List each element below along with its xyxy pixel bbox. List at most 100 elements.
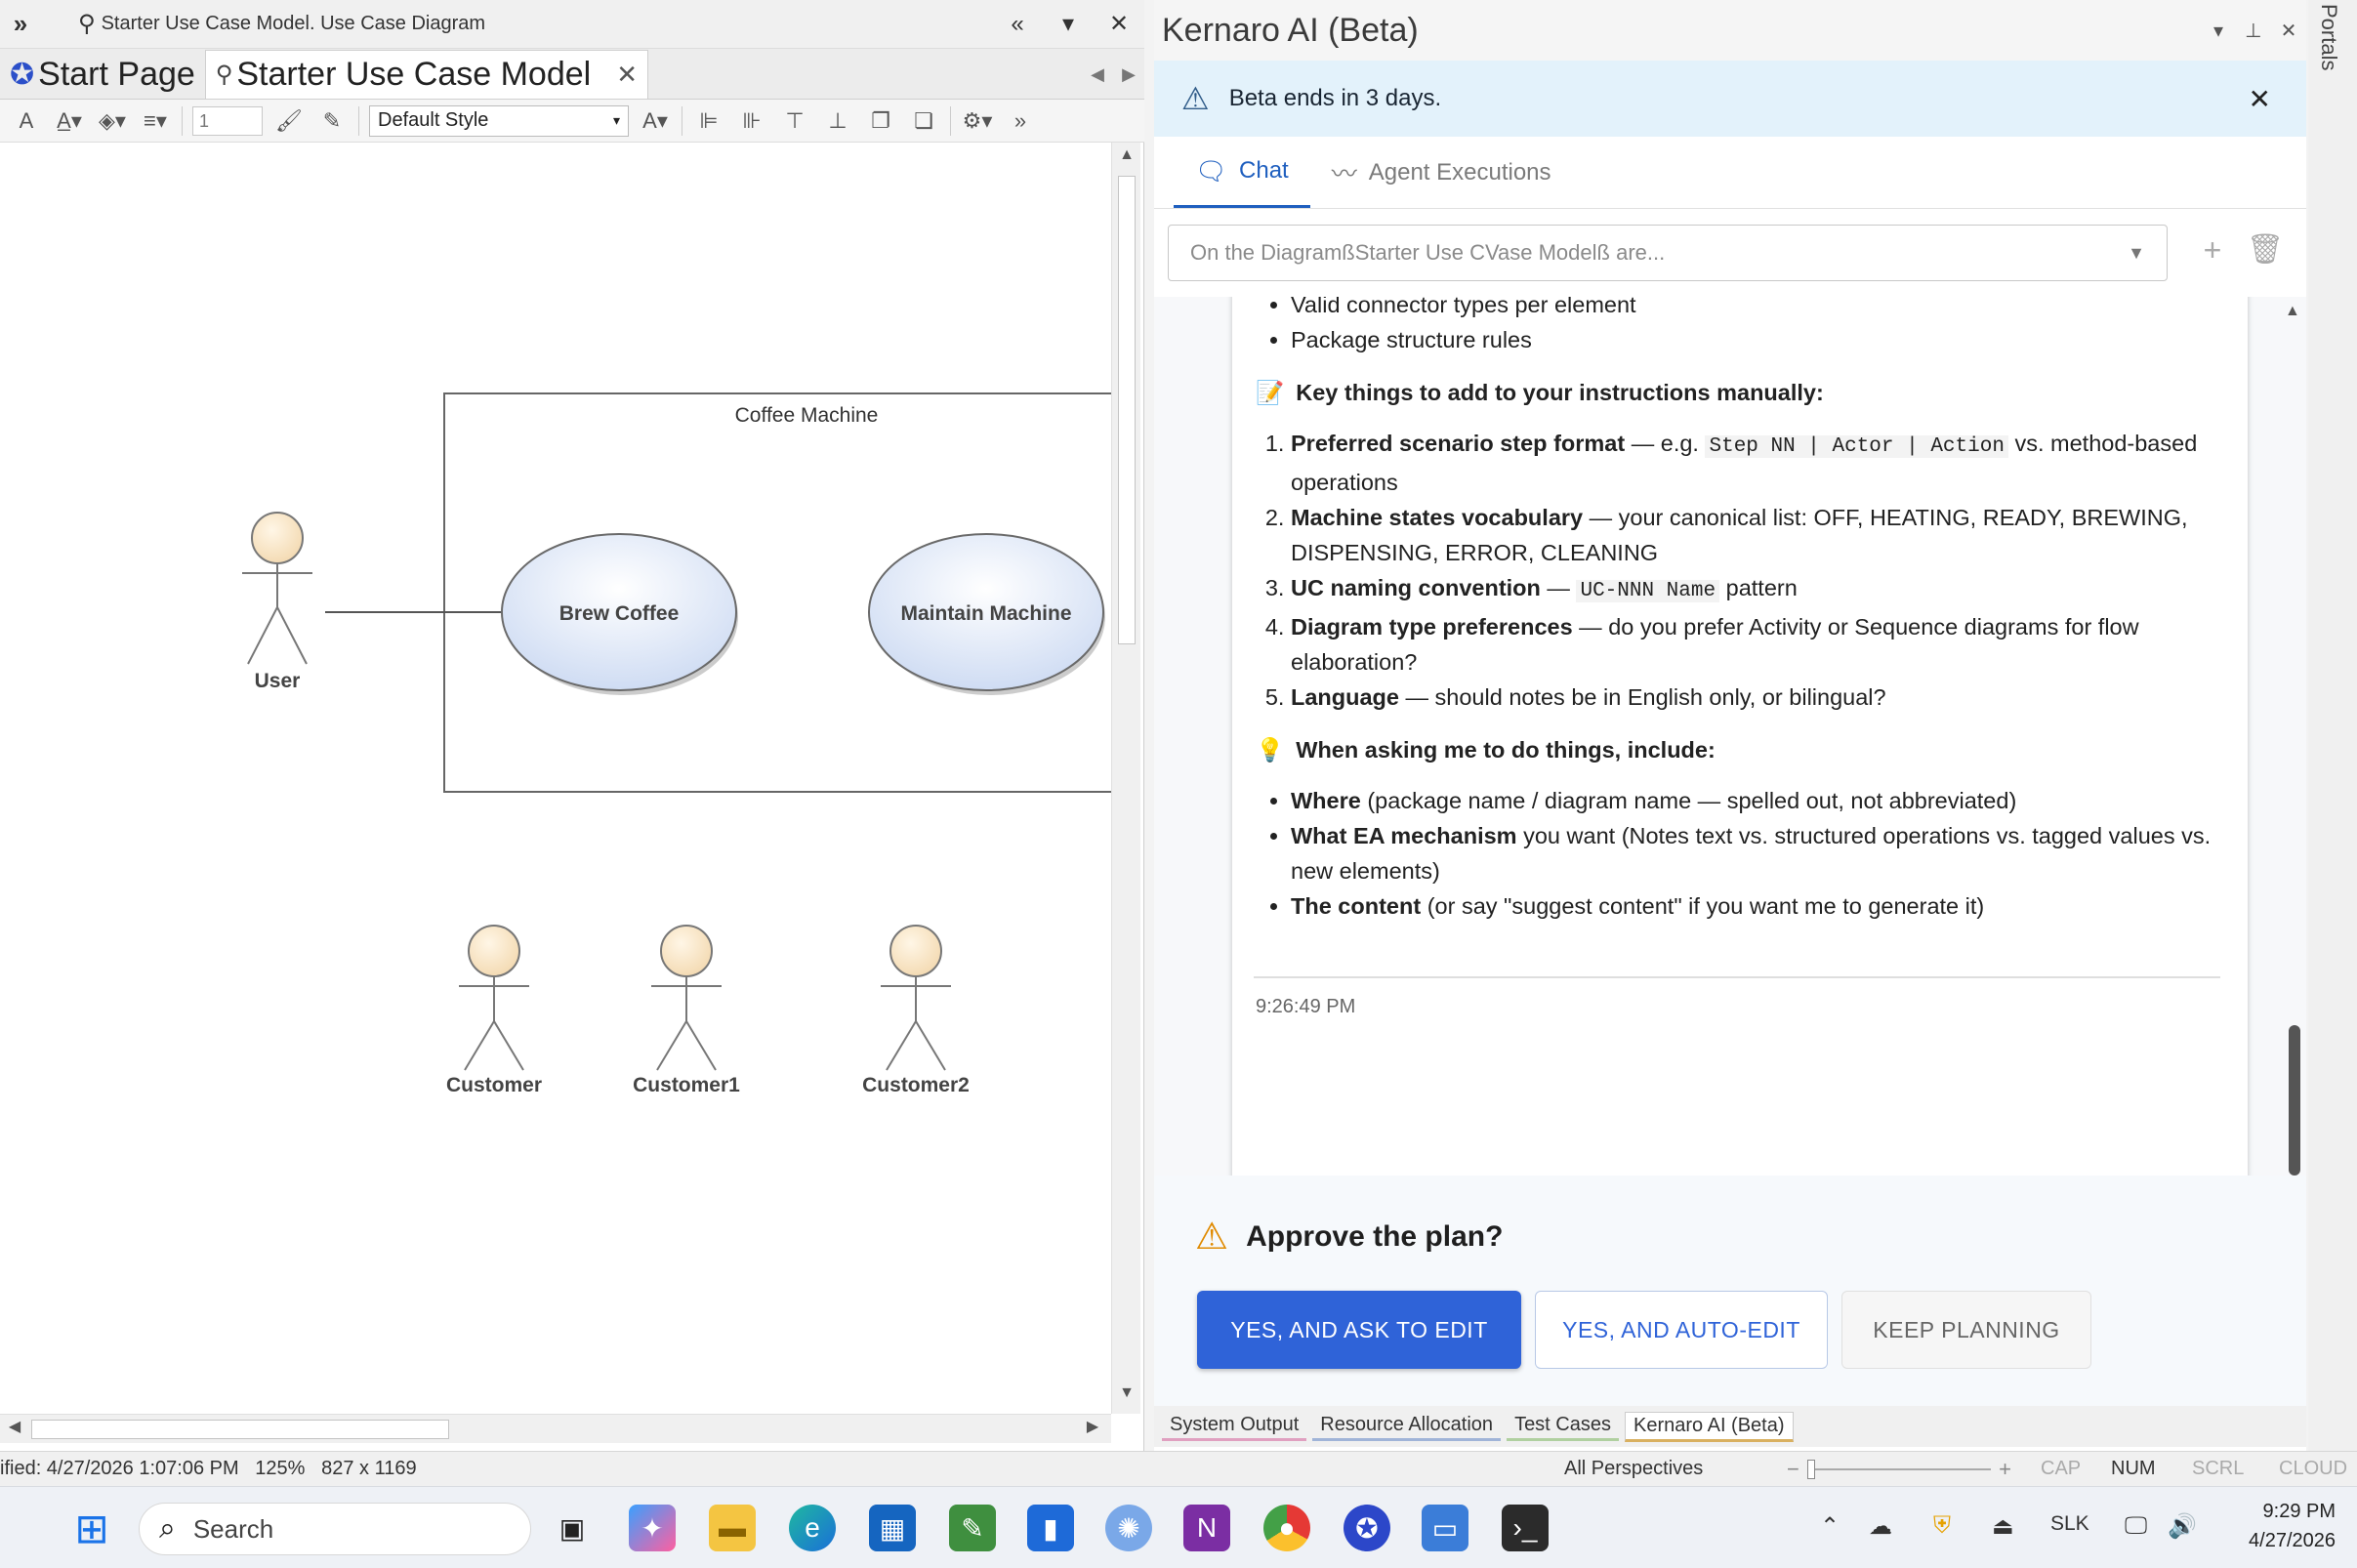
network-icon[interactable]: 🖵 xyxy=(2125,1512,2147,1540)
scroll-right-icon[interactable]: ▶ xyxy=(1078,1417,1107,1436)
chat-messages[interactable]: Valid connector types per element Packag… xyxy=(1154,297,2306,1176)
taskbar-search[interactable]: ⌕ Search xyxy=(139,1503,531,1555)
bring-front-icon[interactable]: ❐ xyxy=(864,108,897,134)
eyedropper-icon[interactable]: ✎ xyxy=(315,108,349,134)
new-conversation-icon[interactable]: + xyxy=(2193,232,2232,268)
enterprise-architect-icon[interactable]: ✪ xyxy=(1344,1505,1390,1551)
tab-resource-allocation[interactable]: Resource Allocation xyxy=(1312,1412,1502,1441)
cloud-indicator: CLOUD xyxy=(2279,1458,2348,1479)
toolbar-overflow-icon[interactable]: » xyxy=(1004,108,1037,134)
onenote-icon[interactable]: N xyxy=(1183,1505,1230,1551)
line-width-spinner[interactable]: 1 xyxy=(192,105,263,136)
store-icon[interactable]: ▦ xyxy=(869,1505,916,1551)
scroll-up-icon[interactable]: ▲ xyxy=(1112,146,1141,164)
tab-starter-use-case-model[interactable]: ⚲ Starter Use Case Model ✕ xyxy=(204,50,648,99)
use-case-label: Brew Coffee xyxy=(559,602,680,625)
close-tab-icon[interactable]: ✕ xyxy=(616,60,638,90)
diagram-vertical-scrollbar[interactable]: ▲ ▼ xyxy=(1111,143,1140,1414)
actor-customer1[interactable]: Customer1 xyxy=(633,925,740,1096)
chevron-up-icon[interactable]: ⌃ xyxy=(1820,1512,1840,1541)
actor-customer2[interactable]: Customer2 xyxy=(862,925,970,1096)
yes-auto-edit-button[interactable]: YES, AND AUTO-EDIT xyxy=(1535,1291,1828,1369)
close-icon[interactable]: ✕ xyxy=(2271,19,2306,43)
portals-label: Portals xyxy=(2317,4,2341,71)
tab-agent-executions[interactable]: 〰 Agent Executions xyxy=(1310,137,1573,208)
file-explorer-icon[interactable]: ▬ xyxy=(709,1505,756,1551)
dropdown-icon[interactable]: ▾ xyxy=(1043,10,1094,38)
yes-ask-to-edit-button[interactable]: YES, AND ASK TO EDIT xyxy=(1197,1291,1521,1369)
copilot-icon[interactable]: ✦ xyxy=(629,1505,676,1551)
remote-desktop-icon[interactable]: ▭ xyxy=(1422,1505,1468,1551)
windows-start-icon[interactable]: ⊞ xyxy=(68,1505,115,1551)
chat-bubble-icon: 🗨 xyxy=(1195,155,1228,186)
scrollbar-thumb[interactable] xyxy=(1118,176,1136,644)
notepad-icon[interactable]: ✎ xyxy=(949,1505,996,1551)
message-heading: 📝 Key things to add to your instructions … xyxy=(1256,380,1824,405)
scroll-down-icon[interactable]: ▼ xyxy=(1112,1384,1141,1402)
close-icon[interactable]: ✕ xyxy=(1094,10,1144,38)
message-body: Valid connector types per element Packag… xyxy=(1232,297,2248,924)
diagram-window-title: Starter Use Case Model. Use Case Diagram xyxy=(101,13,486,34)
line-color-icon[interactable]: ≡▾ xyxy=(139,108,172,134)
taskbar-clock[interactable]: 9:29 PM 4/27/2026 xyxy=(2226,1497,2336,1555)
zoom-out-icon[interactable]: − xyxy=(1787,1457,1799,1482)
dropdown-icon[interactable]: ▾ xyxy=(2201,19,2236,43)
app-blue-icon[interactable]: ▮ xyxy=(1027,1505,1074,1551)
list-item: The content (or say "suggest content" if… xyxy=(1291,888,2224,924)
scroll-left-icon[interactable]: ◀ xyxy=(0,1417,29,1436)
zoom-slider[interactable]: − + xyxy=(1787,1457,2011,1482)
diagram-horizontal-scrollbar[interactable]: ◀ ▶ xyxy=(0,1414,1111,1443)
align-right-icon[interactable]: ⊪ xyxy=(735,108,768,134)
keep-planning-button[interactable]: KEEP PLANNING xyxy=(1841,1291,2091,1369)
style-select[interactable]: Default Style ▾ xyxy=(369,104,629,137)
zoom-in-icon[interactable]: + xyxy=(1999,1457,2011,1482)
font-icon[interactable]: A xyxy=(10,108,43,134)
chrome-icon[interactable]: ● xyxy=(1263,1505,1310,1551)
edge-icon[interactable]: e xyxy=(789,1505,836,1551)
tab-system-output[interactable]: System Output xyxy=(1162,1412,1307,1441)
volume-icon[interactable]: 🔊 xyxy=(2168,1512,2197,1541)
scrollbar-thumb[interactable] xyxy=(31,1420,449,1439)
text-style-icon[interactable]: A▾ xyxy=(639,108,672,134)
delete-conversation-icon[interactable]: 🗑 xyxy=(2246,232,2285,267)
perspectives-label[interactable]: All Perspectives xyxy=(1564,1458,1703,1480)
scrollbar-thumb[interactable] xyxy=(2289,1025,2300,1176)
close-banner-icon[interactable]: ✕ xyxy=(2249,83,2271,115)
diagram-canvas[interactable]: Coffee Machine Brew Coffee Maintain Mach… xyxy=(0,143,1119,1412)
tab-start-page[interactable]: ✪ Start Page xyxy=(0,50,205,99)
tab-chat[interactable]: 🗨 Chat xyxy=(1174,137,1310,208)
pin-icon[interactable]: ⊥ xyxy=(2236,19,2271,43)
actor-customer[interactable]: Customer xyxy=(446,925,542,1096)
font-color-icon[interactable]: A̲▾ xyxy=(53,108,86,134)
send-back-icon[interactable]: ❏ xyxy=(907,108,940,134)
align-left-icon[interactable]: ⊫ xyxy=(692,108,725,134)
tab-test-cases[interactable]: Test Cases xyxy=(1507,1412,1619,1441)
align-top-icon[interactable]: ⊤ xyxy=(778,108,811,134)
message-divider xyxy=(1254,976,2220,978)
security-icon[interactable]: ⛨ xyxy=(1933,1512,1951,1540)
fill-color-icon[interactable]: ◈▾ xyxy=(96,108,129,134)
app-gear-icon[interactable]: ✺ xyxy=(1105,1505,1152,1551)
task-view-icon[interactable]: ▣ xyxy=(549,1505,596,1551)
tab-scroll-right-icon[interactable]: ▶ xyxy=(1113,64,1144,99)
brush-icon[interactable]: 🖌 xyxy=(272,108,306,134)
expand-icon[interactable]: » xyxy=(0,9,41,39)
portals-sidebar[interactable]: Portals xyxy=(2308,0,2357,1451)
beta-banner: ⚠ Beta ends in 3 days. ✕ xyxy=(1154,61,2306,137)
tab-label: Chat xyxy=(1239,157,1289,184)
terminal-icon[interactable]: ›_ xyxy=(1502,1505,1549,1551)
usb-icon[interactable]: ⏏ xyxy=(1992,1512,2014,1541)
language-indicator[interactable]: SLK xyxy=(2050,1512,2089,1536)
tab-scroll-left-icon[interactable]: ◀ xyxy=(1082,64,1113,99)
conversation-select[interactable]: On the DiagramßStarter Use CVase Modelß … xyxy=(1168,225,2168,281)
tab-kernaro-ai[interactable]: Kernaro AI (Beta) xyxy=(1625,1411,1794,1442)
collapse-icon[interactable]: « xyxy=(992,11,1043,38)
actor-user[interactable]: User xyxy=(242,512,312,692)
scroll-up-icon[interactable]: ▲ xyxy=(2285,303,2300,320)
align-bottom-icon[interactable]: ⊥ xyxy=(821,108,854,134)
chat-scrollbar[interactable]: ▲ xyxy=(2283,297,2304,1176)
list-item: Valid connector types per element xyxy=(1291,297,2224,322)
onedrive-icon[interactable]: ☁ xyxy=(1869,1512,1892,1541)
layout-icon[interactable]: ⚙▾ xyxy=(961,108,994,134)
use-case-diagram: Coffee Machine Brew Coffee Maintain Mach… xyxy=(242,392,1119,1096)
